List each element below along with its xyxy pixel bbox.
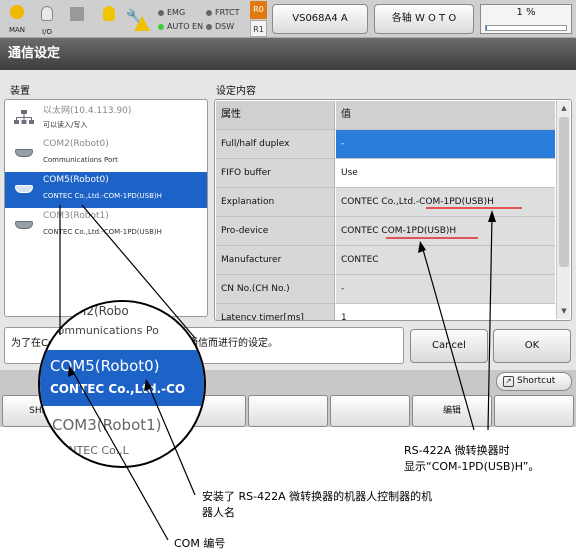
- device-description: 可以读入/写入: [43, 121, 88, 129]
- function-key-5[interactable]: [330, 395, 410, 427]
- row-key: Latency timer[ms]: [216, 304, 335, 320]
- device-item-com3[interactable]: COM3(Robot1) CONTEC Co.,Ltd.-COM-1PD(USB…: [5, 208, 207, 244]
- com-number-note: COM 编号: [174, 536, 226, 552]
- device-description: CONTEC Co.,Ltd.-COM-1PD(USB)H: [43, 192, 162, 200]
- row-value: CONTEC: [336, 246, 555, 274]
- emg-lamp: EMG: [158, 8, 185, 18]
- magnifier-next-name: COM3(Robot1): [52, 416, 162, 434]
- device-description: Communications Port: [43, 156, 118, 164]
- status-bar: MAN I/O 🔧 EMG AUTO EN FRTCT DSW R0 R1 VS…: [0, 0, 576, 38]
- scrollbar[interactable]: ▲ ▼: [556, 101, 570, 319]
- warning-icon: [130, 6, 154, 40]
- io-label: I/O: [42, 28, 52, 36]
- serial-port-icon: [14, 182, 34, 196]
- header-property: 属性: [216, 101, 335, 129]
- table-row[interactable]: Full/half duplex -: [216, 130, 555, 159]
- shortcut-icon: ↗: [503, 376, 514, 387]
- device-description: CONTEC Co.,Ltd.-COM-1PD(USB)H: [43, 228, 162, 236]
- row-value[interactable]: Use: [336, 159, 555, 187]
- row-key: Full/half duplex: [216, 130, 335, 158]
- settings-table-panel: 属性 值 Full/half duplex - FIFO buffer Use …: [214, 99, 572, 321]
- row-key: Explanation: [216, 188, 335, 216]
- converter-note: RS-422A 微转换器时 显示“COM-1PD(USB)H”。: [404, 443, 540, 475]
- row-value: CONTEC Co.,Ltd.-COM-1PD(USB)H: [336, 188, 555, 216]
- manual-mode-icon[interactable]: MAN: [2, 2, 32, 36]
- robot-name-note-line2: 器人名: [202, 506, 235, 519]
- header-value: 值: [336, 101, 555, 129]
- table-row[interactable]: CN No.(CH No.) -: [216, 275, 555, 304]
- magnifier-next-desc: CONTEC Co.,L: [52, 444, 129, 457]
- serial-port-icon: [14, 146, 34, 160]
- robot-select-button[interactable]: VS068A4 A: [272, 4, 368, 34]
- stop-icon: [62, 2, 92, 36]
- table-row[interactable]: Pro-device CONTEC COM-1PD(USB)H: [216, 217, 555, 246]
- device-item-com5[interactable]: COM5(Robot0) CONTEC Co.,Ltd.-COM-1PD(USB…: [5, 172, 207, 208]
- row-value[interactable]: 1: [336, 304, 555, 320]
- row-key: Pro-device: [216, 217, 335, 245]
- table-row[interactable]: Explanation CONTEC Co.,Ltd.-COM-1PD(USB)…: [216, 188, 555, 217]
- speed-bar-fill: [486, 26, 487, 30]
- magnifier-ghost-row: M2(Robo Communications Po: [40, 302, 204, 342]
- device-name: COM2(Robot0): [43, 139, 109, 149]
- auto-en-lamp: AUTO EN: [158, 22, 203, 32]
- magnifier-ghost-name: M2(Robo: [76, 304, 129, 318]
- device-name: 以太网(10.4.113.90): [43, 106, 132, 116]
- dsw-lamp: DSW: [206, 22, 234, 32]
- shortcut-button[interactable]: ↗ Shortcut: [496, 372, 572, 391]
- device-item-com2[interactable]: COM2(Robot0) Communications Port: [5, 136, 207, 172]
- function-key-4[interactable]: [248, 395, 328, 427]
- magnifier-com-name: COM5(Robot0): [50, 357, 160, 375]
- device-name: COM5(Robot0): [43, 175, 109, 185]
- axis-mode-button[interactable]: 各轴 W O T O: [374, 4, 474, 34]
- table-row[interactable]: FIFO buffer Use: [216, 159, 555, 188]
- speed-indicator[interactable]: 1 %: [480, 4, 572, 34]
- row-value: -: [336, 275, 555, 303]
- ok-button[interactable]: OK: [493, 329, 571, 363]
- man-label: MAN: [8, 26, 26, 34]
- function-key-7[interactable]: [494, 395, 574, 427]
- magnifier-callout: M2(Robo Communications Po COM5(Robot0) C…: [38, 300, 206, 468]
- network-icon: [14, 110, 34, 124]
- magnifier-com-desc: CONTEC Co.,Ltd.-CO: [50, 382, 186, 396]
- frtct-lamp: FRTCT: [206, 8, 239, 18]
- scroll-thumb[interactable]: [559, 117, 569, 267]
- speed-value: 1 %: [516, 7, 536, 18]
- row-value[interactable]: -: [336, 130, 555, 158]
- table-row[interactable]: Latency timer[ms] 1: [216, 304, 555, 320]
- device-list: 以太网(10.4.113.90) 可以读入/写入 COM2(Robot0) Co…: [4, 99, 208, 317]
- window-title: 通信设定: [0, 38, 576, 70]
- converter-note-line2: 显示“COM-1PD(USB)H”。: [404, 460, 540, 473]
- table-header: 属性 值: [216, 101, 555, 130]
- robot-name-note-line1: 安装了 RS-422A 微转换器的机器人控制器的机: [202, 490, 433, 503]
- row-key: Manufacturer: [216, 246, 335, 274]
- row-key: CN No.(CH No.): [216, 275, 335, 303]
- shortcut-label: Shortcut: [517, 376, 556, 386]
- device-item-ethernet[interactable]: 以太网(10.4.113.90) 可以读入/写入: [5, 100, 207, 136]
- scroll-down-icon[interactable]: ▼: [558, 305, 570, 317]
- magnifier-selected-row: COM5(Robot0) CONTEC Co.,Ltd.-CO: [40, 350, 204, 406]
- scroll-up-icon[interactable]: ▲: [558, 102, 570, 114]
- settings-table: 属性 值 Full/half duplex - FIFO buffer Use …: [216, 101, 555, 320]
- device-name: COM3(Robot1): [43, 211, 109, 221]
- row-key: FIFO buffer: [216, 159, 335, 187]
- function-key-edit[interactable]: 编辑: [412, 395, 492, 427]
- robot-name-note: 安装了 RS-422A 微转换器的机器人控制器的机 器人名: [202, 489, 532, 521]
- settings-section-label: 设定内容: [216, 86, 256, 97]
- device-section-label: 装置: [10, 86, 30, 97]
- magnifier-ghost-sub: Communications Po: [50, 324, 159, 337]
- io-icon[interactable]: I/O: [32, 2, 62, 36]
- table-row[interactable]: Manufacturer CONTEC: [216, 246, 555, 275]
- speed-bar: [485, 25, 567, 31]
- r0-indicator: R0: [250, 1, 267, 19]
- r1-indicator: R1: [250, 20, 267, 37]
- row-value: CONTEC COM-1PD(USB)H: [336, 217, 555, 245]
- converter-note-line1: RS-422A 微转换器时: [404, 444, 510, 457]
- cancel-button[interactable]: Cancel: [410, 329, 488, 363]
- serial-port-icon: [14, 218, 34, 232]
